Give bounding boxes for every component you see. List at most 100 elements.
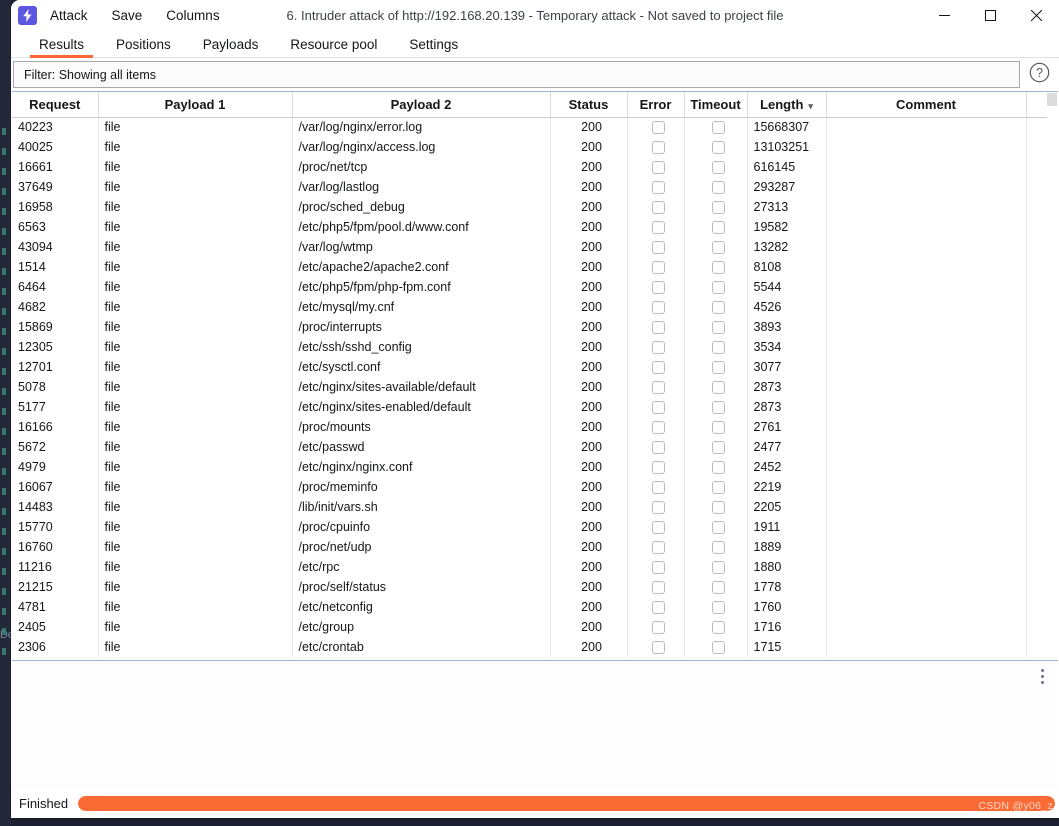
tab-settings[interactable]: Settings — [393, 31, 474, 58]
checkbox-icon[interactable] — [712, 141, 725, 155]
cell-timeout-checkbox[interactable] — [684, 137, 748, 157]
cell-error-checkbox[interactable] — [627, 517, 685, 537]
table-row[interactable]: 16166 file/proc/mounts 200 2761 — [12, 417, 1047, 437]
checkbox-icon[interactable] — [652, 461, 665, 475]
table-row[interactable]: 6464 file/etc/php5/fpm/php-fpm.conf 200 554… — [12, 277, 1047, 297]
tab-resource-pool[interactable]: Resource pool — [274, 31, 393, 58]
checkbox-icon[interactable] — [712, 241, 725, 255]
checkbox-icon[interactable] — [712, 501, 725, 515]
checkbox-icon[interactable] — [652, 361, 665, 375]
checkbox-icon[interactable] — [712, 441, 725, 455]
checkbox-icon[interactable] — [712, 561, 725, 575]
help-button[interactable]: ? — [1026, 61, 1053, 88]
checkbox-icon[interactable] — [652, 341, 665, 355]
table-row[interactable]: 5177 file/etc/nginx/sites-enabled/default… — [12, 397, 1047, 417]
checkbox-icon[interactable] — [652, 641, 665, 655]
table-row[interactable]: 15770 file/proc/cpuinfo 200 1911 — [12, 517, 1047, 537]
table-row[interactable]: 5078 file/etc/nginx/sites-available/defau… — [12, 377, 1047, 397]
checkbox-icon[interactable] — [712, 161, 725, 175]
cell-timeout-checkbox[interactable] — [684, 417, 748, 437]
tab-results[interactable]: Results — [23, 31, 100, 58]
checkbox-icon[interactable] — [712, 341, 725, 355]
cell-error-checkbox[interactable] — [627, 317, 685, 337]
cell-timeout-checkbox[interactable] — [684, 497, 748, 517]
cell-error-checkbox[interactable] — [627, 477, 685, 497]
table-row[interactable]: 21215 file/proc/self/status 200 1778 — [12, 577, 1047, 597]
checkbox-icon[interactable] — [652, 581, 665, 595]
column-header-payload2[interactable]: Payload 2 — [292, 92, 551, 118]
menu-item-attack[interactable]: Attack — [50, 0, 88, 31]
column-header-payload1[interactable]: Payload 1 — [98, 92, 293, 118]
table-row[interactable]: 12701 file/etc/sysctl.conf 200 3077 — [12, 357, 1047, 377]
table-row[interactable]: 12305 file/etc/ssh/sshd_config 200 3534 — [12, 337, 1047, 357]
cell-timeout-checkbox[interactable] — [684, 277, 748, 297]
menu-item-columns[interactable]: Columns — [166, 0, 219, 31]
checkbox-icon[interactable] — [652, 421, 665, 435]
results-table-container[interactable]: Request Payload 1 Payload 2 Status Error… — [12, 91, 1058, 661]
checkbox-icon[interactable] — [652, 241, 665, 255]
checkbox-icon[interactable] — [712, 421, 725, 435]
cell-timeout-checkbox[interactable] — [684, 177, 748, 197]
table-row[interactable]: 40223 file/var/log/nginx/error.log 200 1566… — [12, 117, 1047, 137]
checkbox-icon[interactable] — [652, 481, 665, 495]
checkbox-icon[interactable] — [712, 621, 725, 635]
column-header-comment[interactable]: Comment — [826, 92, 1027, 118]
column-header-status[interactable]: Status — [550, 92, 628, 118]
cell-timeout-checkbox[interactable] — [684, 457, 748, 477]
checkbox-icon[interactable] — [712, 521, 725, 535]
cell-error-checkbox[interactable] — [627, 417, 685, 437]
kebab-menu-icon[interactable] — [1035, 669, 1049, 684]
tab-payloads[interactable]: Payloads — [187, 31, 275, 58]
checkbox-icon[interactable] — [712, 541, 725, 555]
table-row[interactable]: 16760 file/proc/net/udp 200 1889 — [12, 537, 1047, 557]
table-row[interactable]: 16661 file/proc/net/tcp 200 616145 — [12, 157, 1047, 177]
checkbox-icon[interactable] — [652, 201, 665, 215]
cell-timeout-checkbox[interactable] — [684, 637, 748, 657]
checkbox-icon[interactable] — [712, 261, 725, 275]
cell-timeout-checkbox[interactable] — [684, 117, 748, 137]
table-row[interactable]: 37649 file/var/log/lastlog 200 293287 — [12, 177, 1047, 197]
table-row[interactable]: 1514 file/etc/apache2/apache2.conf 200 8108 — [12, 257, 1047, 277]
checkbox-icon[interactable] — [712, 381, 725, 395]
checkbox-icon[interactable] — [652, 321, 665, 335]
checkbox-icon[interactable] — [712, 301, 725, 315]
checkbox-icon[interactable] — [652, 181, 665, 195]
cell-timeout-checkbox[interactable] — [684, 297, 748, 317]
checkbox-icon[interactable] — [652, 501, 665, 515]
checkbox-icon[interactable] — [712, 461, 725, 475]
checkbox-icon[interactable] — [712, 401, 725, 415]
cell-timeout-checkbox[interactable] — [684, 617, 748, 637]
cell-error-checkbox[interactable] — [627, 637, 685, 657]
table-row[interactable]: 40025 file/var/log/nginx/access.log 200 131… — [12, 137, 1047, 157]
cell-error-checkbox[interactable] — [627, 437, 685, 457]
cell-timeout-checkbox[interactable] — [684, 437, 748, 457]
cell-error-checkbox[interactable] — [627, 277, 685, 297]
cell-timeout-checkbox[interactable] — [684, 257, 748, 277]
table-row[interactable]: 15869 file/proc/interrupts 200 3893 — [12, 317, 1047, 337]
cell-timeout-checkbox[interactable] — [684, 577, 748, 597]
column-header-error[interactable]: Error — [627, 92, 685, 118]
cell-timeout-checkbox[interactable] — [684, 377, 748, 397]
checkbox-icon[interactable] — [652, 541, 665, 555]
cell-error-checkbox[interactable] — [627, 557, 685, 577]
cell-error-checkbox[interactable] — [627, 117, 685, 137]
table-row[interactable]: 11216 file/etc/rpc 200 1880 — [12, 557, 1047, 577]
column-header-length[interactable]: Length ▾ — [747, 92, 827, 118]
table-row[interactable]: 4979 file/etc/nginx/nginx.conf 200 2452 — [12, 457, 1047, 477]
column-header-request[interactable]: Request — [12, 92, 99, 118]
table-row[interactable]: 16067 file/proc/meminfo 200 2219 — [12, 477, 1047, 497]
minimize-button[interactable] — [921, 0, 967, 31]
checkbox-icon[interactable] — [712, 481, 725, 495]
checkbox-icon[interactable] — [712, 221, 725, 235]
checkbox-icon[interactable] — [652, 121, 665, 135]
table-row[interactable]: 16958 file/proc/sched_debug 200 27313 — [12, 197, 1047, 217]
checkbox-icon[interactable] — [652, 561, 665, 575]
checkbox-icon[interactable] — [652, 221, 665, 235]
checkbox-icon[interactable] — [712, 281, 725, 295]
cell-timeout-checkbox[interactable] — [684, 537, 748, 557]
maximize-button[interactable] — [967, 0, 1013, 31]
cell-timeout-checkbox[interactable] — [684, 217, 748, 237]
cell-timeout-checkbox[interactable] — [684, 557, 748, 577]
cell-error-checkbox[interactable] — [627, 617, 685, 637]
filter-bar[interactable]: Filter: Showing all items — [13, 61, 1020, 88]
